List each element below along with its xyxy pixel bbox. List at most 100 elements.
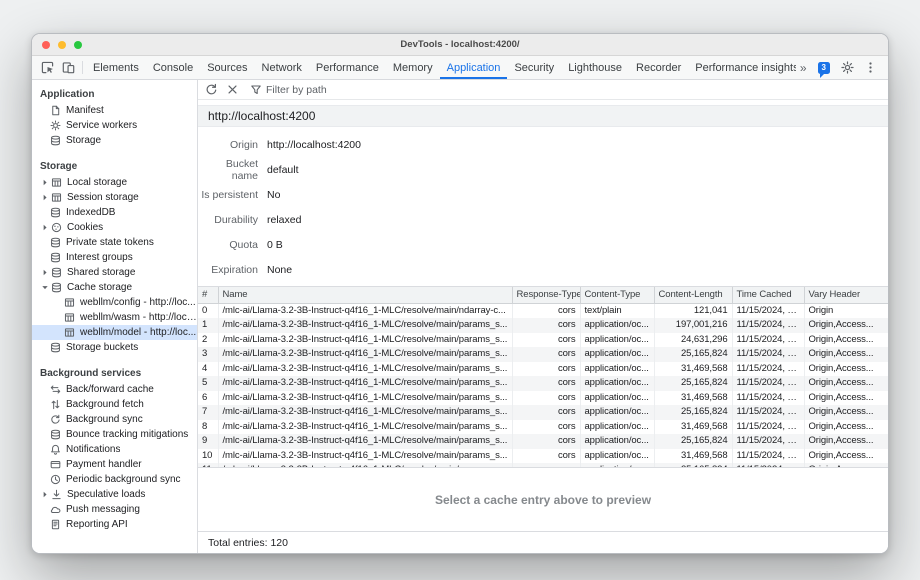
- filter-placeholder: Filter by path: [266, 84, 327, 96]
- column-header-time-cached[interactable]: Time Cached: [732, 287, 804, 303]
- sidebar-item-cache-storage[interactable]: Cache storage: [32, 280, 197, 295]
- column-header-content-type[interactable]: Content-Type: [580, 287, 654, 303]
- column-header-hash[interactable]: #: [198, 287, 218, 303]
- sidebar-item-shared-storage[interactable]: Shared storage: [32, 265, 197, 280]
- refresh-button[interactable]: [201, 80, 222, 99]
- settings-button[interactable]: [837, 56, 858, 79]
- sidebar-item-background-fetch[interactable]: Background fetch: [32, 397, 197, 412]
- cell-name: /mlc-ai/Llama-3.2-3B-Instruct-q4f16_1-ML…: [218, 318, 512, 333]
- sidebar-item-background-sync[interactable]: Background sync: [32, 412, 197, 427]
- sidebar-item-label: Bounce tracking mitigations: [66, 429, 188, 440]
- sidebar-item-interest-groups[interactable]: Interest groups: [32, 250, 197, 265]
- sidebar-item-label: Manifest: [66, 105, 104, 116]
- cache-entry-row[interactable]: 4/mlc-ai/Llama-3.2-3B-Instruct-q4f16_1-M…: [198, 362, 888, 377]
- tab-console[interactable]: Console: [146, 56, 200, 79]
- close-window-button[interactable]: [42, 41, 50, 49]
- sidebar-item-session-storage[interactable]: Session storage: [32, 190, 197, 205]
- toggle-device-toolbar-button[interactable]: [58, 56, 79, 79]
- table-icon: [64, 327, 75, 338]
- sidebar-item-label: webllm/wasm - http://loca...: [80, 312, 197, 323]
- database-icon: [50, 135, 61, 146]
- cache-entry-row[interactable]: 5/mlc-ai/Llama-3.2-3B-Instruct-q4f16_1-M…: [198, 376, 888, 391]
- cell-vary-header: Origin,Access...: [804, 376, 888, 391]
- sidebar-item-label: Notifications: [66, 444, 120, 455]
- sidebar-item-storage-buckets[interactable]: Storage buckets: [32, 340, 197, 355]
- sidebar-item-push-messaging[interactable]: Push messaging: [32, 502, 197, 517]
- chevron-right-icon: [40, 193, 50, 202]
- sidebar-item-private-state-tokens[interactable]: Private state tokens: [32, 235, 197, 250]
- sidebar-item-reporting-api[interactable]: Reporting API: [32, 517, 197, 532]
- minimize-window-button[interactable]: [58, 41, 66, 49]
- sidebar-item-label: Interest groups: [66, 252, 133, 263]
- column-header-content-length[interactable]: Content-Length: [654, 287, 732, 303]
- tab-memory[interactable]: Memory: [386, 56, 440, 79]
- cache-entry-row[interactable]: 3/mlc-ai/Llama-3.2-3B-Instruct-q4f16_1-M…: [198, 347, 888, 362]
- sidebar-item-local-storage[interactable]: Local storage: [32, 175, 197, 190]
- cache-entry-row[interactable]: 1/mlc-ai/Llama-3.2-3B-Instruct-q4f16_1-M…: [198, 318, 888, 333]
- tab-application[interactable]: Application: [440, 56, 508, 79]
- more-tabs-button[interactable]: »: [796, 61, 811, 75]
- cache-entry-row[interactable]: 9/mlc-ai/Llama-3.2-3B-Instruct-q4f16_1-M…: [198, 434, 888, 449]
- cloud-icon: [50, 504, 61, 515]
- tab-recorder[interactable]: Recorder: [629, 56, 688, 79]
- console-messages-badge[interactable]: 3: [818, 62, 830, 74]
- tab-network[interactable]: Network: [255, 56, 309, 79]
- cache-entry-row[interactable]: 6/mlc-ai/Llama-3.2-3B-Instruct-q4f16_1-M…: [198, 391, 888, 406]
- delete-selected-button[interactable]: [222, 80, 243, 99]
- cache-entry-row[interactable]: 7/mlc-ai/Llama-3.2-3B-Instruct-q4f16_1-M…: [198, 405, 888, 420]
- sidebar-item-periodic-background-sync[interactable]: Periodic background sync: [32, 472, 197, 487]
- meta-row-quota: Quota0 B: [198, 232, 888, 257]
- tab-security[interactable]: Security: [507, 56, 561, 79]
- tab-performance[interactable]: Performance: [309, 56, 386, 79]
- cell-name: /mlc-ai/Llama-3.2-3B-Instruct-q4f16_1-ML…: [218, 434, 512, 449]
- tab-label: Lighthouse: [568, 62, 622, 74]
- filter-icon-slot: [250, 84, 262, 96]
- zoom-window-button[interactable]: [74, 41, 82, 49]
- tab-label: Recorder: [636, 62, 681, 74]
- cell-content-type: application/oc...: [580, 434, 654, 449]
- column-header-response-type[interactable]: Response-Type: [512, 287, 580, 303]
- meta-label: Is persistent: [198, 189, 258, 201]
- cell-name: /mlc-ai/Llama-3.2-3B-Instruct-q4f16_1-ML…: [218, 376, 512, 391]
- sidebar-item-webllm-wasm-http-loca[interactable]: webllm/wasm - http://loca...: [32, 310, 197, 325]
- cache-entry-row[interactable]: 8/mlc-ai/Llama-3.2-3B-Instruct-q4f16_1-M…: [198, 420, 888, 435]
- sidebar-item-payment-handler[interactable]: Payment handler: [32, 457, 197, 472]
- sidebar-item-indexeddb[interactable]: IndexedDB: [32, 205, 197, 220]
- sidebar-item-back-forward-cache[interactable]: Back/forward cache: [32, 382, 197, 397]
- inspect-element-button[interactable]: [37, 56, 58, 79]
- database-icon: [50, 429, 61, 440]
- cache-entry-row[interactable]: 0/mlc-ai/Llama-3.2-3B-Instruct-q4f16_1-M…: [198, 303, 888, 318]
- sidebar-item-bounce-tracking-mitigations[interactable]: Bounce tracking mitigations: [32, 427, 197, 442]
- tab-lighthouse[interactable]: Lighthouse: [561, 56, 629, 79]
- sidebar-item-storage[interactable]: Storage: [32, 133, 197, 148]
- cell-vary-header: Origin,Access...: [804, 391, 888, 406]
- tab-performance-insights[interactable]: Performance insights: [688, 56, 796, 79]
- cache-entry-row[interactable]: 2/mlc-ai/Llama-3.2-3B-Instruct-q4f16_1-M…: [198, 333, 888, 348]
- speculative-icon: [51, 489, 62, 500]
- cell-time-cached: 11/15/2024, 10...: [732, 405, 804, 420]
- service-worker-icon: [50, 120, 61, 131]
- sidebar-item-webllm-config-http-loc[interactable]: webllm/config - http://loc...: [32, 295, 197, 310]
- sidebar-section-application: Application: [32, 85, 197, 103]
- sidebar-item-webllm-model-http-loc[interactable]: webllm/model - http://loc...: [32, 325, 197, 340]
- database-icon: [51, 267, 62, 278]
- sidebar-item-manifest[interactable]: Manifest: [32, 103, 197, 118]
- tab-sources[interactable]: Sources: [200, 56, 254, 79]
- sidebar-item-service-workers[interactable]: Service workers: [32, 118, 197, 133]
- cell-response-type: cors: [512, 303, 580, 318]
- cache-entry-row[interactable]: 10/mlc-ai/Llama-3.2-3B-Instruct-q4f16_1-…: [198, 449, 888, 464]
- filter-input[interactable]: Filter by path: [250, 84, 327, 96]
- column-header-name[interactable]: Name: [218, 287, 512, 303]
- main-menu-button[interactable]: [860, 56, 881, 79]
- sidebar-item-cookies[interactable]: Cookies: [32, 220, 197, 235]
- cache-metadata: Originhttp://localhost:4200Bucket namede…: [198, 127, 888, 286]
- cell-hash: 7: [198, 405, 218, 420]
- sidebar-item-speculative-loads[interactable]: Speculative loads: [32, 487, 197, 502]
- cell-content-length: 31,469,568: [654, 391, 732, 406]
- sidebar-item-notifications[interactable]: Notifications: [32, 442, 197, 457]
- tab-elements[interactable]: Elements: [86, 56, 146, 79]
- column-header-vary-header[interactable]: Vary Header: [804, 287, 888, 303]
- sidebar-item-label: Background fetch: [66, 399, 144, 410]
- window-titlebar[interactable]: DevTools - localhost:4200/: [32, 34, 888, 56]
- meta-row-origin: Originhttp://localhost:4200: [198, 132, 888, 157]
